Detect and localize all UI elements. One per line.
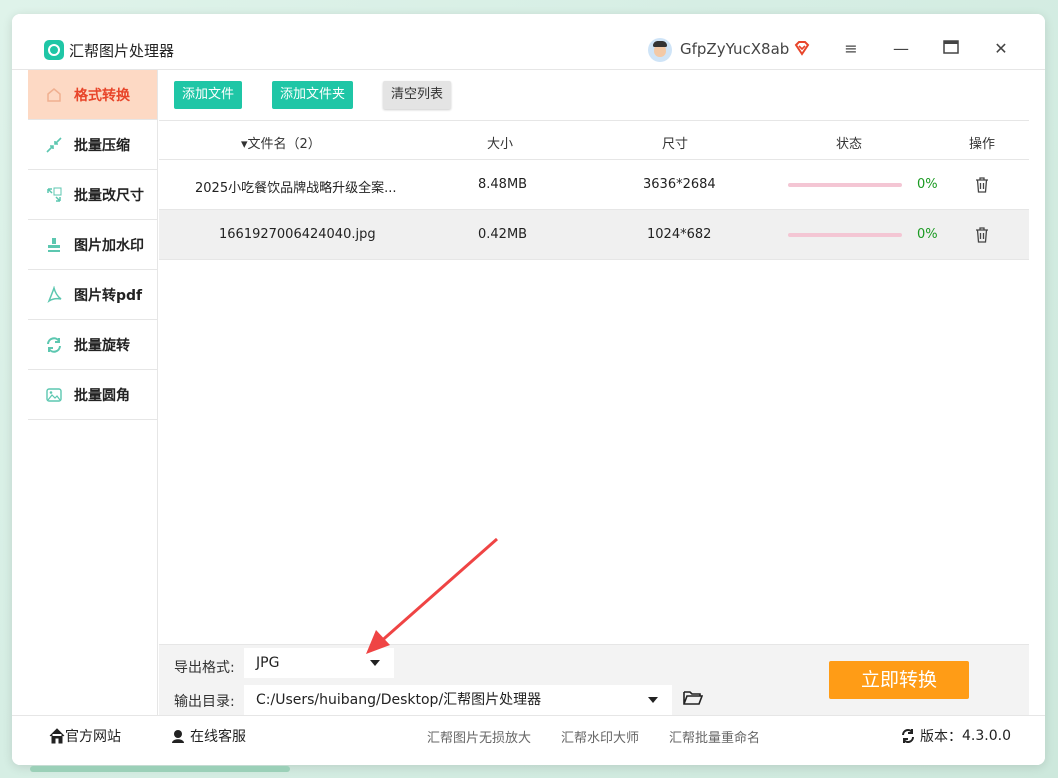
status-header: 状态 — [836, 137, 863, 152]
file-table: ▾文件名（2） 大小 尺寸 状态 操作 2025小吃餐饮品牌战略升级全案... … — [159, 120, 1029, 260]
compress-icon — [44, 135, 64, 155]
action-header: 操作 — [969, 137, 996, 152]
horizontal-scrollbar[interactable] — [30, 766, 290, 772]
add-file-button[interactable]: 添加文件 — [174, 81, 243, 109]
clear-list-button[interactable]: 清空列表 — [383, 81, 452, 109]
title-bar: 汇帮图片处理器 GfpZyYucX8ab ≡ — ✕ — [12, 14, 1045, 70]
trash-icon[interactable] — [975, 177, 989, 193]
sort-name-header[interactable]: ▾文件名（2） — [241, 133, 321, 152]
format-select[interactable]: JPG — [244, 648, 394, 678]
vip-diamond-icon[interactable] — [794, 40, 810, 56]
file-dimensions: 3636*2684 — [643, 177, 716, 192]
sidebar: 格式转换 批量压缩 批量改尺寸 图片加水印 图片转pdf 批量旋转 批量圆角 — [28, 70, 158, 715]
add-folder-button[interactable]: 添加文件夹 — [272, 81, 354, 109]
sidebar-item-label: 批量改尺寸 — [74, 187, 144, 204]
minimize-icon[interactable]: — — [892, 40, 910, 58]
output-dir-label: 输出目录: — [174, 694, 235, 710]
progress-bar — [788, 183, 902, 187]
resize-icon — [44, 185, 64, 205]
sidebar-item-resize[interactable]: 批量改尺寸 — [28, 170, 157, 220]
app-title: 汇帮图片处理器 — [69, 42, 175, 60]
file-dimensions: 1024*682 — [647, 227, 712, 242]
progress-bar — [788, 233, 902, 237]
format-convert-icon — [44, 85, 64, 105]
file-size: 0.42MB — [478, 227, 528, 242]
footer-link-upscale[interactable]: 汇帮图片无损放大 — [427, 727, 531, 746]
footer-link-rename[interactable]: 汇帮批量重命名 — [669, 727, 760, 746]
sidebar-item-round-corner[interactable]: 批量圆角 — [28, 370, 157, 420]
home-icon — [49, 728, 65, 744]
sidebar-item-pdf[interactable]: 图片转pdf — [28, 270, 157, 320]
sidebar-item-label: 图片加水印 — [74, 237, 144, 254]
convert-now-button[interactable]: 立即转换 — [829, 661, 969, 699]
footer-link-watermark[interactable]: 汇帮水印大师 — [561, 727, 639, 746]
table-row[interactable]: 1661927006424040.jpg 0.42MB 1024*682 0% — [159, 210, 1029, 260]
version-info: 版本： 4.3.0.0 — [900, 726, 1011, 746]
trash-icon[interactable] — [975, 227, 989, 243]
user-avatar[interactable] — [648, 38, 672, 62]
app-logo-icon — [44, 40, 64, 60]
sidebar-item-compress[interactable]: 批量压缩 — [28, 120, 157, 170]
rotate-icon — [44, 335, 64, 355]
sidebar-item-label: 格式转换 — [74, 87, 130, 104]
size-header: 大小 — [487, 137, 514, 152]
file-name: 1661927006424040.jpg — [219, 227, 376, 242]
pdf-icon — [44, 285, 64, 305]
progress-percent: 0% — [917, 227, 938, 242]
menu-icon[interactable]: ≡ — [842, 40, 860, 58]
sidebar-item-label: 批量圆角 — [74, 387, 130, 404]
sidebar-item-watermark[interactable]: 图片加水印 — [28, 220, 157, 270]
watermark-icon — [44, 235, 64, 255]
refresh-icon[interactable] — [900, 728, 916, 744]
format-label: 导出格式: — [174, 660, 235, 676]
output-dir-select[interactable]: C:/Users/huibang/Desktop/汇帮图片处理器 — [244, 685, 672, 715]
footer: 官方网站 在线客服 汇帮图片无损放大 汇帮水印大师 汇帮批量重命名 版本： 4.… — [12, 715, 1045, 765]
folder-open-icon[interactable] — [683, 690, 703, 706]
official-website-link[interactable]: 官方网站 — [49, 726, 121, 746]
progress-percent: 0% — [917, 177, 938, 192]
chevron-down-icon — [370, 660, 380, 666]
headset-icon — [172, 730, 184, 743]
dimensions-header: 尺寸 — [662, 137, 689, 152]
sidebar-item-format-convert[interactable]: 格式转换 — [28, 70, 157, 120]
sidebar-item-rotate[interactable]: 批量旋转 — [28, 320, 157, 370]
app-window: 汇帮图片处理器 GfpZyYucX8ab ≡ — ✕ 格式转换 批量压缩 批量改… — [12, 14, 1045, 765]
online-service-link[interactable]: 在线客服 — [170, 726, 246, 746]
round-corner-icon — [44, 385, 64, 405]
file-size: 8.48MB — [478, 177, 528, 192]
username[interactable]: GfpZyYucX8ab — [680, 40, 789, 58]
chevron-down-icon — [648, 697, 658, 703]
table-row[interactable]: 2025小吃餐饮品牌战略升级全案... 8.48MB 3636*2684 0% — [159, 160, 1029, 210]
table-header: ▾文件名（2） 大小 尺寸 状态 操作 — [159, 120, 1029, 160]
close-icon[interactable]: ✕ — [992, 40, 1010, 58]
maximize-icon[interactable] — [942, 40, 960, 58]
sidebar-item-label: 批量旋转 — [74, 337, 130, 354]
sidebar-item-label: 批量压缩 — [74, 137, 130, 154]
sidebar-item-label: 图片转pdf — [74, 287, 143, 304]
file-name: 2025小吃餐饮品牌战略升级全案... — [195, 181, 397, 196]
